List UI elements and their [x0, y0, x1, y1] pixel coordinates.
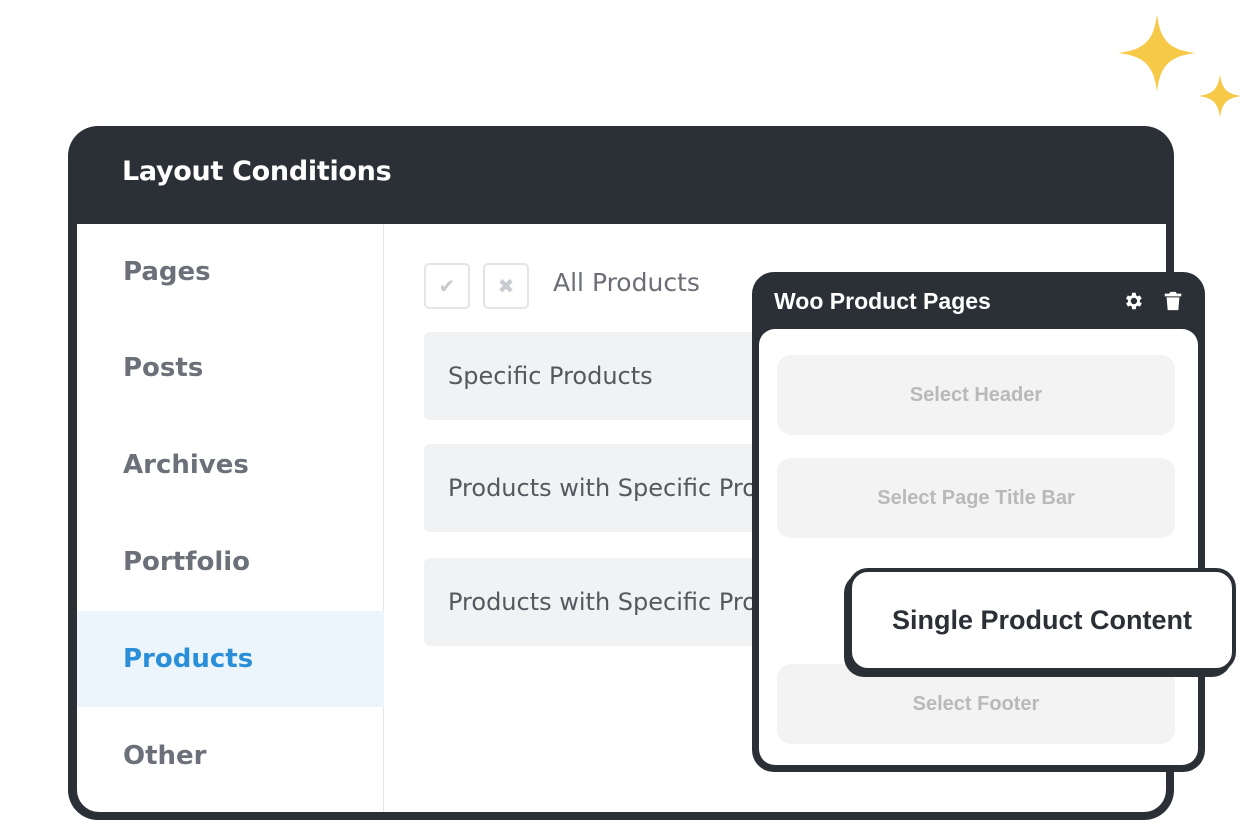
sidebar: Pages Posts Archives Portfolio Products … [77, 224, 384, 812]
single-product-content-card[interactable]: Single Product Content [848, 568, 1236, 672]
select-header-label: Select Header [909, 383, 1043, 406]
select-footer-label: Select Footer [912, 692, 1040, 715]
exclude-button[interactable]: ✖ [483, 263, 529, 309]
select-header[interactable]: Select Header [777, 355, 1175, 435]
sparkle-small-icon [1198, 74, 1240, 118]
sidebar-item-label: Pages [123, 257, 211, 287]
sparkle-icon [1118, 14, 1196, 92]
woo-product-pages-panel: Woo Product Pages Select Header Select P… [752, 272, 1205, 772]
sidebar-item-label: Other [123, 741, 207, 771]
sidebar-item-posts[interactable]: Posts [77, 320, 384, 416]
gear-icon[interactable] [1122, 290, 1144, 312]
single-product-content-label: Single Product Content [892, 604, 1192, 635]
sidebar-item-pages[interactable]: Pages [77, 224, 384, 320]
select-footer[interactable]: Select Footer [777, 664, 1175, 744]
window-title: Layout Conditions [122, 156, 392, 187]
select-page-title-bar[interactable]: Select Page Title Bar [777, 458, 1175, 538]
sidebar-item-portfolio[interactable]: Portfolio [77, 514, 384, 610]
select-page-title-bar-label: Select Page Title Bar [877, 486, 1075, 509]
sidebar-item-label: Archives [123, 450, 249, 480]
woo-panel-body: Select Header Select Page Title Bar Sele… [759, 329, 1198, 765]
all-products-label: All Products [553, 268, 700, 297]
sidebar-item-label: Products [123, 644, 254, 674]
include-button[interactable]: ✔ [424, 263, 470, 309]
trash-icon[interactable] [1162, 290, 1184, 312]
sidebar-item-products[interactable]: Products [77, 611, 384, 707]
sidebar-item-label: Posts [123, 353, 204, 383]
condition-row-label: Specific Products [448, 362, 653, 390]
sidebar-item-other[interactable]: Other [77, 708, 384, 804]
sidebar-item-archives[interactable]: Archives [77, 417, 384, 513]
woo-panel-title: Woo Product Pages [774, 288, 991, 314]
check-icon: ✔ [438, 274, 456, 298]
x-icon: ✖ [497, 274, 515, 298]
sidebar-item-label: Portfolio [123, 547, 251, 577]
